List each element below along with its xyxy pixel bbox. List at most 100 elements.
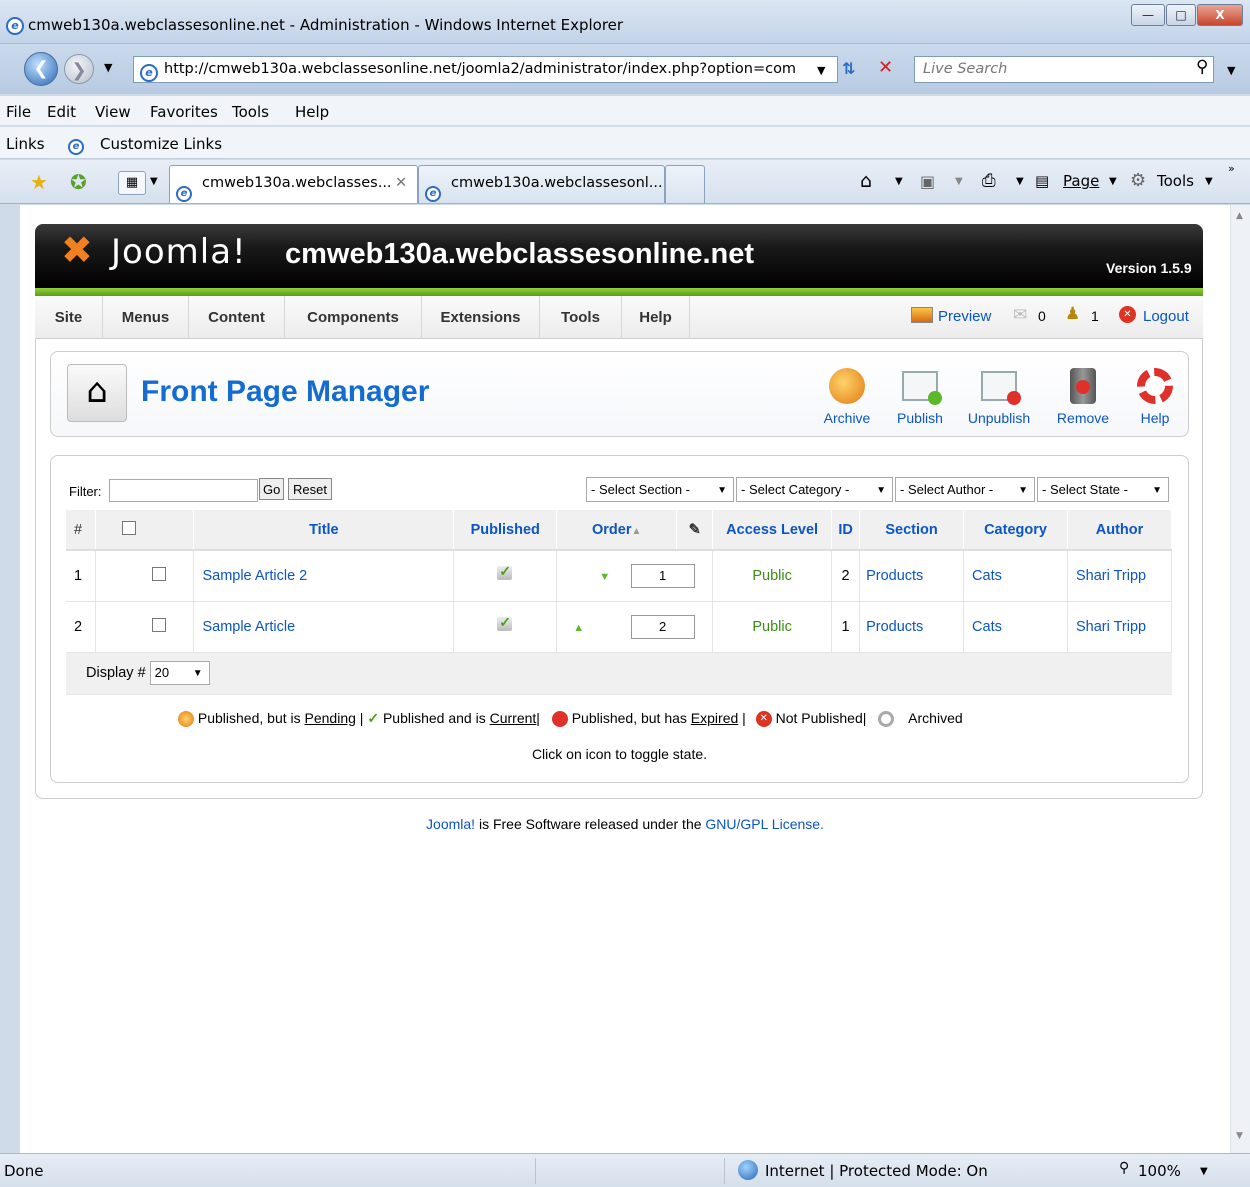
row-checkbox[interactable] xyxy=(152,617,167,632)
select-state[interactable]: - Select State - xyxy=(1037,477,1169,502)
category-link[interactable]: Cats xyxy=(972,619,1002,635)
move-down-icon[interactable]: ▼ xyxy=(599,571,610,583)
section-link[interactable]: Products xyxy=(866,619,923,635)
remove-button[interactable]: Remove xyxy=(1048,366,1118,426)
reset-button[interactable]: Reset xyxy=(288,478,332,500)
select-section[interactable]: - Select Section - xyxy=(586,477,734,502)
col-section[interactable]: Section xyxy=(859,510,965,551)
menu-file[interactable]: File xyxy=(6,103,31,121)
move-up-icon[interactable]: ▲ xyxy=(573,622,584,634)
address-bar[interactable]: e http://cmweb130a.webclassesonline.net/… xyxy=(133,56,838,83)
publish-button[interactable]: Publish xyxy=(885,366,955,426)
row-checkbox[interactable] xyxy=(152,566,167,581)
menu-favorites[interactable]: Favorites xyxy=(150,103,218,121)
page-dropdown-icon[interactable]: ▼ xyxy=(1109,176,1117,187)
favorites-star-icon[interactable]: ★ xyxy=(30,170,48,194)
help-button[interactable]: Help xyxy=(1120,366,1190,426)
search-options-icon[interactable]: ▼ xyxy=(1227,64,1235,77)
article-title-link[interactable]: Sample Article xyxy=(202,619,295,635)
tab-inactive[interactable]: e cmweb130a.webclassesonl... xyxy=(418,165,665,203)
scroll-up-icon[interactable]: ▲ xyxy=(1236,211,1243,221)
col-published[interactable]: Published xyxy=(453,510,558,551)
category-link[interactable]: Cats xyxy=(972,568,1002,584)
menu-help[interactable]: Help xyxy=(295,103,329,121)
chevron-more-icon[interactable]: » xyxy=(1228,162,1235,175)
license-link[interactable]: GNU/GPL License. xyxy=(705,816,824,832)
scroll-down-icon[interactable]: ▼ xyxy=(1236,1131,1243,1141)
zoom-level[interactable]: 100% xyxy=(1138,1162,1181,1180)
menu-edit[interactable]: Edit xyxy=(47,103,76,121)
home-icon[interactable]: ⌂ xyxy=(860,170,872,192)
col-order[interactable]: Order▲ xyxy=(556,510,678,551)
col-title[interactable]: Title xyxy=(193,510,455,551)
published-current-icon[interactable]: ✓ xyxy=(496,563,514,582)
messages-count[interactable]: 0 xyxy=(1038,308,1046,324)
add-favorite-icon[interactable]: ✪ xyxy=(70,170,87,194)
preview-link[interactable]: Preview xyxy=(938,308,991,325)
menu-components[interactable]: Components xyxy=(285,296,422,339)
home-dropdown-icon[interactable]: ▼ xyxy=(895,176,903,187)
history-dropdown-icon[interactable]: ▼ xyxy=(104,61,112,74)
quick-tabs-icon[interactable]: ▦ xyxy=(118,171,146,195)
select-category[interactable]: - Select Category - xyxy=(736,477,893,502)
article-title-link[interactable]: Sample Article 2 xyxy=(202,568,307,584)
back-button[interactable]: ❮ xyxy=(24,52,58,86)
order-input[interactable]: 2 xyxy=(630,614,695,639)
go-button[interactable]: Go xyxy=(259,478,285,500)
select-all-checkbox[interactable] xyxy=(122,520,137,535)
tools-menu-button[interactable]: Tools xyxy=(1157,172,1194,190)
col-id[interactable]: ID xyxy=(831,510,861,551)
joomla-link[interactable]: Joomla! xyxy=(426,816,475,832)
access-level[interactable]: Public xyxy=(712,550,833,602)
logout-link[interactable]: Logout xyxy=(1143,308,1189,325)
address-dropdown-icon[interactable]: ▼ xyxy=(817,64,825,77)
menu-help[interactable]: Help xyxy=(622,296,690,339)
feeds-icon[interactable]: ▣ xyxy=(920,172,935,191)
menu-tools[interactable]: Tools xyxy=(540,296,622,339)
menu-menus[interactable]: Menus xyxy=(103,296,189,339)
tab-active[interactable]: e cmweb130a.webclasses... ✕ xyxy=(169,165,418,203)
display-count-select[interactable]: 20 ▼ xyxy=(149,661,210,685)
maximize-button[interactable]: □ xyxy=(1166,4,1196,26)
security-zone[interactable]: Internet | Protected Mode: On xyxy=(765,1162,988,1180)
col-access-level[interactable]: Access Level xyxy=(712,510,833,551)
menu-view[interactable]: View xyxy=(95,103,131,121)
col-category[interactable]: Category xyxy=(963,510,1068,551)
print-icon[interactable]: ⎙ xyxy=(982,171,996,191)
vertical-scrollbar[interactable]: ▲ ▼ xyxy=(1230,205,1250,1153)
published-current-icon[interactable]: ✓ xyxy=(496,614,514,633)
search-icon[interactable]: ⚲ xyxy=(1196,57,1208,77)
trash-icon xyxy=(1063,366,1103,406)
print-dropdown-icon[interactable]: ▼ xyxy=(1016,176,1024,187)
order-input[interactable]: 1 xyxy=(630,563,695,588)
minimize-button[interactable]: — xyxy=(1131,4,1165,26)
archive-button[interactable]: Archive xyxy=(812,366,882,426)
page-menu-button[interactable]: Page xyxy=(1063,172,1099,190)
menu-content[interactable]: Content xyxy=(189,296,285,339)
forward-button[interactable]: ❯ xyxy=(64,54,94,84)
close-tab-icon[interactable]: ✕ xyxy=(395,166,407,200)
author-link[interactable]: Shari Tripp xyxy=(1076,619,1146,635)
customize-links-link[interactable]: Customize Links xyxy=(100,135,222,153)
close-window-button[interactable]: X xyxy=(1197,4,1243,26)
feeds-dropdown-icon[interactable]: ▼ xyxy=(955,176,963,187)
tab-list-icon[interactable]: ▼ xyxy=(150,176,158,187)
filter-input[interactable] xyxy=(109,479,258,502)
access-level[interactable]: Public xyxy=(712,601,833,653)
unpublish-button[interactable]: Unpublish xyxy=(964,366,1034,426)
col-author[interactable]: Author xyxy=(1067,510,1173,551)
save-order-icon[interactable]: ✎ xyxy=(676,510,714,551)
stop-icon[interactable]: ✕ xyxy=(878,57,893,78)
tools-dropdown-icon[interactable]: ▼ xyxy=(1205,176,1213,187)
menu-site[interactable]: Site xyxy=(35,296,103,339)
new-tab-button[interactable] xyxy=(665,165,705,203)
section-link[interactable]: Products xyxy=(866,568,923,584)
select-author[interactable]: - Select Author - xyxy=(895,477,1035,502)
menu-extensions[interactable]: Extensions xyxy=(422,296,540,339)
users-online-count[interactable]: 1 xyxy=(1091,308,1099,324)
search-input[interactable]: Live Search xyxy=(914,56,1214,83)
zoom-dropdown-icon[interactable]: ▼ xyxy=(1200,1166,1208,1177)
refresh-icon[interactable]: ⇅ xyxy=(842,59,855,78)
menu-tools[interactable]: Tools xyxy=(232,103,269,121)
author-link[interactable]: Shari Tripp xyxy=(1076,568,1146,584)
